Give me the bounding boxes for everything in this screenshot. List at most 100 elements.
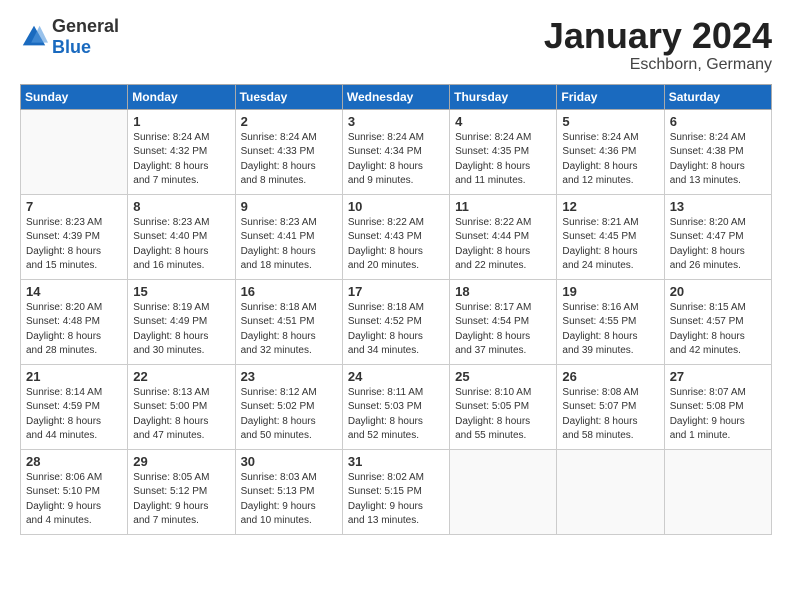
logo-text: General Blue	[52, 16, 119, 58]
page: General Blue January 2024 Eschborn, Germ…	[0, 0, 792, 551]
day-number: 31	[348, 454, 444, 469]
weekday-header-sunday: Sunday	[21, 84, 128, 109]
calendar-cell: 8Sunrise: 8:23 AMSunset: 4:40 PMDaylight…	[128, 194, 235, 279]
calendar-cell: 31 Sunrise: 8:02 AMSunset: 5:15 PMDayligh…	[342, 449, 449, 534]
day-number: 3	[348, 114, 444, 129]
cell-info: Sunrise: 8:13 AMSunset: 5:00 PMDaylight:…	[133, 386, 229, 444]
weekday-header-thursday: Thursday	[450, 84, 557, 109]
calendar-cell: 18 Sunrise: 8:17 AMSunset: 4:54 PMDayligh…	[450, 279, 557, 364]
calendar-cell: 29 Sunrise: 8:05 AMSunset: 5:12 PMDayligh…	[128, 449, 235, 534]
calendar-cell: 13Sunrise: 8:20 AMSunset: 4:47 PMDayligh…	[664, 194, 771, 279]
cell-info: Sunrise: 8:24 AMSunset: 4:34 PMDaylight:…	[348, 131, 444, 189]
weekday-header-row: SundayMondayTuesdayWednesdayThursdayFrid…	[21, 84, 772, 109]
day-number: 5	[562, 114, 658, 129]
calendar-cell: 6 Sunrise: 8:24 AMSunset: 4:38 PMDaylight…	[664, 109, 771, 194]
cell-info: Sunrise: 8:23 AMSunset: 4:41 PMDaylight:…	[241, 216, 337, 274]
day-number: 19	[562, 284, 658, 299]
calendar-cell: 24Sunrise: 8:11 AMSunset: 5:03 PMDayligh…	[342, 364, 449, 449]
calendar-cell: 9 Sunrise: 8:23 AMSunset: 4:41 PMDaylight…	[235, 194, 342, 279]
day-number: 28	[26, 454, 122, 469]
cell-info: Sunrise: 8:12 AMSunset: 5:02 PMDaylight:…	[241, 386, 337, 444]
logo-blue: Blue	[52, 37, 91, 57]
week-row-1: 1 Sunrise: 8:24 AMSunset: 4:32 PMDaylight…	[21, 109, 772, 194]
cell-info: Sunrise: 8:15 AMSunset: 4:57 PMDaylight:…	[670, 301, 766, 359]
day-number: 27	[670, 369, 766, 384]
calendar-cell: 12Sunrise: 8:21 AMSunset: 4:45 PMDayligh…	[557, 194, 664, 279]
cell-info: Sunrise: 8:23 AMSunset: 4:39 PMDaylight:…	[26, 216, 122, 274]
calendar-cell: 19Sunrise: 8:16 AMSunset: 4:55 PMDayligh…	[557, 279, 664, 364]
cell-info: Sunrise: 8:05 AMSunset: 5:12 PMDaylight:…	[133, 471, 229, 529]
week-row-5: 28 Sunrise: 8:06 AMSunset: 5:10 PMDayligh…	[21, 449, 772, 534]
day-number: 29	[133, 454, 229, 469]
cell-info: Sunrise: 8:18 AMSunset: 4:52 PMDaylight:…	[348, 301, 444, 359]
cell-info: Sunrise: 8:20 AMSunset: 4:47 PMDaylight:…	[670, 216, 766, 274]
week-row-2: 7Sunrise: 8:23 AMSunset: 4:39 PMDaylight…	[21, 194, 772, 279]
cell-info: Sunrise: 8:24 AMSunset: 4:38 PMDaylight:…	[670, 131, 766, 189]
calendar-cell: 27 Sunrise: 8:07 AMSunset: 5:08 PMDayligh…	[664, 364, 771, 449]
calendar-cell: 20 Sunrise: 8:15 AMSunset: 4:57 PMDayligh…	[664, 279, 771, 364]
calendar-cell: 3 Sunrise: 8:24 AMSunset: 4:34 PMDaylight…	[342, 109, 449, 194]
calendar-cell: 14 Sunrise: 8:20 AMSunset: 4:48 PMDayligh…	[21, 279, 128, 364]
day-number: 17	[348, 284, 444, 299]
calendar-cell: 17 Sunrise: 8:18 AMSunset: 4:52 PMDayligh…	[342, 279, 449, 364]
day-number: 10	[348, 199, 444, 214]
cell-info: Sunrise: 8:22 AMSunset: 4:43 PMDaylight:…	[348, 216, 444, 274]
calendar-cell: 5Sunrise: 8:24 AMSunset: 4:36 PMDaylight…	[557, 109, 664, 194]
weekday-header-wednesday: Wednesday	[342, 84, 449, 109]
logo-general: General	[52, 16, 119, 36]
cell-info: Sunrise: 8:14 AMSunset: 4:59 PMDaylight:…	[26, 386, 122, 444]
cell-info: Sunrise: 8:18 AMSunset: 4:51 PMDaylight:…	[241, 301, 337, 359]
title-block: January 2024 Eschborn, Germany	[544, 16, 772, 74]
cell-info: Sunrise: 8:22 AMSunset: 4:44 PMDaylight:…	[455, 216, 551, 274]
day-number: 16	[241, 284, 337, 299]
calendar-cell: 22 Sunrise: 8:13 AMSunset: 5:00 PMDayligh…	[128, 364, 235, 449]
day-number: 1	[133, 114, 229, 129]
logo-icon	[20, 23, 48, 51]
cell-info: Sunrise: 8:06 AMSunset: 5:10 PMDaylight:…	[26, 471, 122, 529]
day-number: 30	[241, 454, 337, 469]
weekday-header-tuesday: Tuesday	[235, 84, 342, 109]
day-number: 9	[241, 199, 337, 214]
calendar-cell: 10 Sunrise: 8:22 AMSunset: 4:43 PMDayligh…	[342, 194, 449, 279]
day-number: 6	[670, 114, 766, 129]
day-number: 18	[455, 284, 551, 299]
day-number: 22	[133, 369, 229, 384]
day-number: 12	[562, 199, 658, 214]
month-title: January 2024	[544, 16, 772, 56]
cell-info: Sunrise: 8:07 AMSunset: 5:08 PMDaylight:…	[670, 386, 766, 444]
calendar-cell: 28 Sunrise: 8:06 AMSunset: 5:10 PMDayligh…	[21, 449, 128, 534]
calendar-cell: 4Sunrise: 8:24 AMSunset: 4:35 PMDaylight…	[450, 109, 557, 194]
day-number: 24	[348, 369, 444, 384]
weekday-header-friday: Friday	[557, 84, 664, 109]
cell-info: Sunrise: 8:24 AMSunset: 4:33 PMDaylight:…	[241, 131, 337, 189]
cell-info: Sunrise: 8:02 AMSunset: 5:15 PMDaylight:…	[348, 471, 444, 529]
day-number: 26	[562, 369, 658, 384]
day-number: 21	[26, 369, 122, 384]
day-number: 14	[26, 284, 122, 299]
calendar-cell	[557, 449, 664, 534]
day-number: 2	[241, 114, 337, 129]
day-number: 15	[133, 284, 229, 299]
day-number: 4	[455, 114, 551, 129]
logo: General Blue	[20, 16, 119, 58]
calendar-cell: 2 Sunrise: 8:24 AMSunset: 4:33 PMDaylight…	[235, 109, 342, 194]
cell-info: Sunrise: 8:08 AMSunset: 5:07 PMDaylight:…	[562, 386, 658, 444]
calendar-cell: 7Sunrise: 8:23 AMSunset: 4:39 PMDaylight…	[21, 194, 128, 279]
calendar-cell	[664, 449, 771, 534]
day-number: 23	[241, 369, 337, 384]
cell-info: Sunrise: 8:17 AMSunset: 4:54 PMDaylight:…	[455, 301, 551, 359]
weekday-header-monday: Monday	[128, 84, 235, 109]
day-number: 20	[670, 284, 766, 299]
week-row-3: 14 Sunrise: 8:20 AMSunset: 4:48 PMDayligh…	[21, 279, 772, 364]
location-title: Eschborn, Germany	[544, 56, 772, 74]
day-number: 25	[455, 369, 551, 384]
calendar-cell: 15Sunrise: 8:19 AMSunset: 4:49 PMDayligh…	[128, 279, 235, 364]
cell-info: Sunrise: 8:20 AMSunset: 4:48 PMDaylight:…	[26, 301, 122, 359]
calendar-cell: 23 Sunrise: 8:12 AMSunset: 5:02 PMDayligh…	[235, 364, 342, 449]
header: General Blue January 2024 Eschborn, Germ…	[20, 16, 772, 74]
cell-info: Sunrise: 8:03 AMSunset: 5:13 PMDaylight:…	[241, 471, 337, 529]
calendar-cell	[450, 449, 557, 534]
cell-info: Sunrise: 8:24 AMSunset: 4:32 PMDaylight:…	[133, 131, 229, 189]
week-row-4: 21 Sunrise: 8:14 AMSunset: 4:59 PMDayligh…	[21, 364, 772, 449]
calendar-cell: 16 Sunrise: 8:18 AMSunset: 4:51 PMDayligh…	[235, 279, 342, 364]
